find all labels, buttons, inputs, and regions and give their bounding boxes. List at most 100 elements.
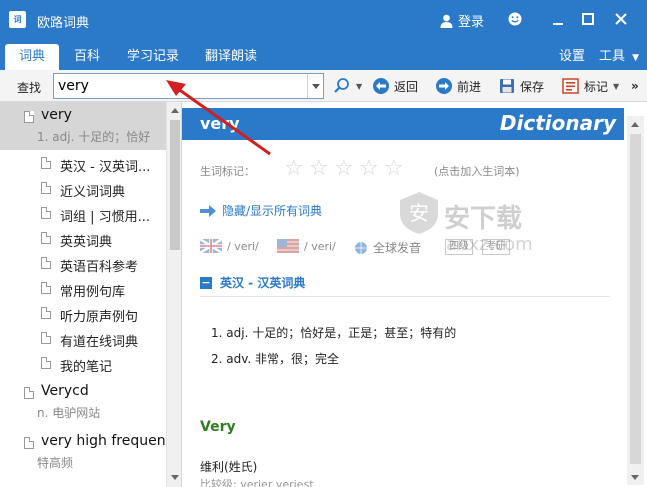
tab-encyclopedia[interactable]: 百科: [64, 44, 110, 70]
save-button[interactable]: 保存: [499, 76, 544, 96]
watermark-sub: anxz.com: [446, 234, 533, 255]
document-icon: [41, 282, 51, 294]
uk-flag-icon: [200, 239, 222, 253]
back-label: 返回: [394, 79, 419, 94]
globe-icon: [355, 241, 367, 254]
arrow-right-icon: [436, 78, 452, 94]
close-icon: [615, 13, 627, 25]
login-button[interactable]: 登录: [440, 11, 484, 30]
dict-item-label: 听力原声例句: [60, 310, 139, 325]
dict-item[interactable]: 英英词典: [0, 226, 166, 251]
star-icon[interactable]: ☆: [359, 158, 379, 180]
tab-dictionary[interactable]: 词典: [5, 44, 59, 70]
scroll-down-icon[interactable]: [167, 469, 181, 485]
document-icon: [41, 207, 51, 219]
word-summary: 1. adj. 十足的；恰好: [37, 130, 151, 144]
document-icon: [41, 357, 51, 369]
tools-label: 工具: [599, 49, 626, 64]
menu-bar: 词典 百科 学习记录 翻译朗读 设置 工具 ▼: [0, 40, 647, 70]
toggle-all-dicts-label: 隐藏/显示所有词典: [222, 204, 323, 218]
scroll-down-icon[interactable]: [627, 469, 643, 485]
dict-item-label: 近义词词典: [60, 185, 126, 200]
word-list-panel: very 1. adj. 十足的；恰好 英汉 - 汉英词... 近义词词典 词组…: [0, 102, 182, 487]
document-icon: [41, 257, 51, 269]
star-icon[interactable]: ☆: [284, 158, 304, 180]
tools-menu[interactable]: 工具 ▼: [599, 44, 639, 70]
star-icon[interactable]: ☆: [384, 158, 404, 180]
phonetic-us: / veri/: [304, 239, 336, 253]
document-icon: [41, 157, 51, 169]
star-icon[interactable]: ☆: [334, 158, 354, 180]
dict-item[interactable]: 听力原声例句: [0, 301, 166, 326]
dict-item-label: 词组 | 习惯用...: [60, 210, 151, 225]
entry-forms: 比较级: verier veriest: [200, 478, 314, 487]
back-button[interactable]: 返回: [373, 76, 418, 96]
dict-item[interactable]: 英汉 - 汉英词...: [0, 151, 166, 176]
mark-label: 标记: [584, 79, 609, 94]
search-options-button[interactable]: ▼: [333, 76, 362, 96]
dict-item-label: 我的笔记: [60, 360, 113, 375]
list-item-word[interactable]: Verycd n. 电驴网站: [0, 378, 166, 426]
arrow-right-icon: [200, 204, 216, 217]
dict-item[interactable]: 英语百科参考: [0, 251, 166, 276]
chevron-down-icon: ▼: [632, 53, 640, 63]
dict-item[interactable]: 我的笔记: [0, 351, 166, 376]
pron-uk[interactable]: / veri/: [200, 239, 259, 253]
double-chevron-right-icon: »: [631, 79, 639, 93]
floppy-disk-icon: [500, 79, 514, 93]
tab-study-history[interactable]: 学习记录: [121, 44, 185, 70]
annotation-arrow: [166, 80, 271, 156]
section-title: 英汉 - 汉英词典: [220, 276, 306, 290]
shield-icon: 安: [400, 192, 438, 234]
save-label: 保存: [520, 79, 545, 94]
dict-item[interactable]: 常用例句库: [0, 276, 166, 301]
list-item-word[interactable]: very high frequen 特高频: [0, 428, 166, 476]
add-to-wordbook-hint[interactable]: (点击加入生词本): [434, 163, 520, 179]
minimize-button[interactable]: [547, 8, 569, 30]
collapse-icon[interactable]: −: [200, 276, 212, 289]
scrollbar-thumb[interactable]: [630, 134, 641, 464]
magnifier-icon: [334, 78, 349, 93]
svg-text:安: 安: [409, 201, 429, 225]
mark-button[interactable]: 标记 ▼: [562, 76, 619, 96]
user-icon: [440, 14, 453, 28]
chevron-down-icon: ▼: [356, 81, 363, 91]
definition-line: 1. adj. 十足的；恰好是，正是；甚至；特有的: [211, 326, 457, 340]
right-scrollbar[interactable]: [627, 116, 644, 485]
toggle-all-dicts[interactable]: 隐藏/显示所有词典: [200, 202, 322, 219]
smiley-icon: [508, 12, 522, 26]
pron-us[interactable]: / veri/: [277, 239, 336, 253]
dict-item-label: 有道在线词典: [60, 335, 139, 350]
document-icon: [24, 387, 34, 399]
dict-item-label: 常用例句库: [60, 285, 126, 300]
definition-line: 2. adv. 非常，很；完全: [211, 352, 340, 366]
tab-translate-read[interactable]: 翻译朗读: [198, 44, 264, 70]
close-button[interactable]: [610, 8, 632, 30]
maximize-icon: [582, 13, 594, 25]
forward-button[interactable]: 前进: [436, 76, 481, 96]
word-summary: 特高频: [37, 456, 74, 470]
watermark-logo: 安 安下载 anxz.com: [400, 186, 550, 286]
maximize-button[interactable]: [577, 8, 599, 30]
section-header[interactable]: − 英汉 - 汉英词典: [200, 274, 305, 291]
search-history-dropdown[interactable]: [307, 74, 323, 98]
feedback-smiley-button[interactable]: [504, 8, 526, 30]
rating-label: 生词标记：: [200, 165, 255, 178]
chevron-down-icon: ▼: [613, 81, 620, 91]
login-label: 登录: [458, 15, 485, 30]
dict-item[interactable]: 有道在线词典: [0, 326, 166, 351]
us-flag-icon: [277, 239, 299, 253]
phonetic-uk: / veri/: [227, 239, 259, 253]
more-tools-button[interactable]: »: [631, 76, 639, 96]
word-title: very high frequen: [41, 433, 166, 449]
dict-item[interactable]: 近义词词典: [0, 176, 166, 201]
dict-item[interactable]: 词组 | 习惯用...: [0, 201, 166, 226]
star-icon[interactable]: ☆: [309, 158, 329, 180]
settings-menu[interactable]: 设置: [559, 44, 585, 70]
document-icon: [24, 111, 34, 123]
list-item-word[interactable]: very 1. adj. 十足的；恰好: [0, 102, 166, 150]
divider: [200, 296, 610, 297]
scroll-up-icon[interactable]: [627, 116, 643, 132]
entry-title: Very: [200, 419, 236, 435]
dict-item-label: 英英词典: [60, 235, 113, 250]
